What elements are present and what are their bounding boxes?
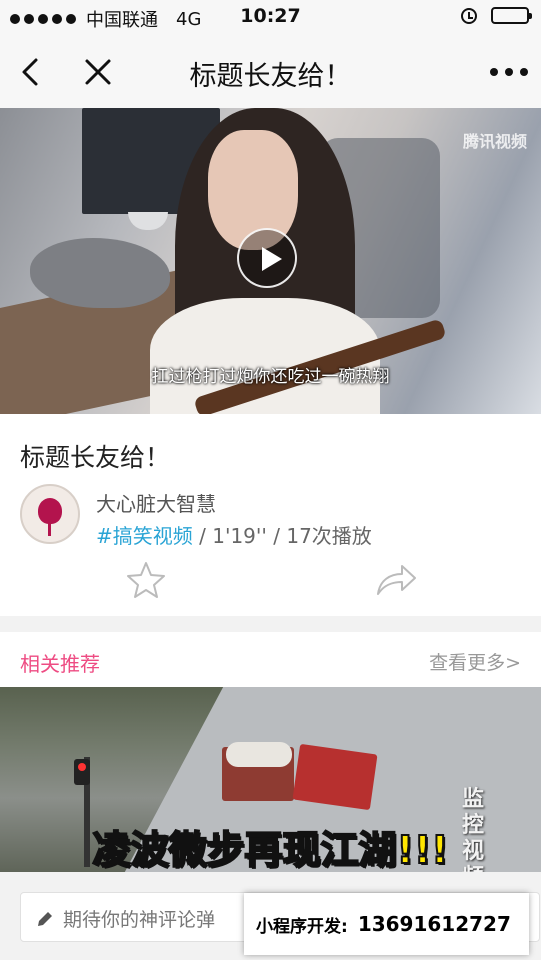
video-info: 标题长友给！ 大心脏大智慧 #搞笑视频 / 1'19'' / 17次播放 bbox=[0, 414, 541, 616]
status-time: 10:27 bbox=[240, 5, 301, 27]
page-title: 标题长友给！ bbox=[189, 61, 352, 92]
promo-label: 小程序开发: bbox=[256, 916, 348, 937]
video-frame-cat bbox=[30, 238, 170, 308]
related-title: 相关推荐 bbox=[20, 652, 100, 676]
video-meta: #搞笑视频 / 1'19'' / 17次播放 bbox=[96, 520, 372, 549]
promo-banner: 小程序开发: 13691612727 bbox=[244, 893, 529, 955]
see-more-link[interactable]: 查看更多> bbox=[429, 648, 521, 675]
duration-plays: / 1'19'' / 17次播放 bbox=[192, 524, 372, 548]
star-icon bbox=[127, 562, 165, 598]
video-title: 标题长友给！ bbox=[20, 443, 171, 472]
video-watermark: 腾讯视频 bbox=[462, 132, 527, 151]
author-name[interactable]: 大心脏大智慧 bbox=[96, 488, 216, 517]
nav-bar: 标题长友给！ bbox=[0, 36, 541, 108]
flower-icon bbox=[38, 498, 62, 524]
status-bar: 中国联通 4G 10:27 bbox=[0, 0, 541, 36]
video-subtitle: 扛过枪打过炮你还吃过一碗热翔 bbox=[151, 367, 390, 387]
related-video-thumbnail[interactable]: 监控视频 凌波微步再现江湖!!! bbox=[0, 687, 541, 872]
traffic-light-icon bbox=[74, 759, 90, 785]
more-button[interactable] bbox=[487, 50, 531, 94]
share-button[interactable] bbox=[374, 560, 418, 600]
promo-phone: 13691612727 bbox=[357, 912, 511, 936]
truck-image bbox=[292, 743, 378, 811]
share-icon bbox=[377, 565, 416, 595]
play-button[interactable] bbox=[237, 228, 297, 288]
alarm-icon bbox=[461, 7, 477, 24]
thumb-caption: 凌波微步再现江湖!!! bbox=[92, 827, 450, 872]
avatar[interactable] bbox=[20, 484, 80, 544]
video-player[interactable]: 腾讯视频 扛过枪打过炮你还吃过一碗热翔 bbox=[0, 108, 541, 414]
comment-placeholder: 期待你的神评论弹 bbox=[63, 909, 216, 931]
battery-icon bbox=[491, 7, 532, 24]
category-tag[interactable]: #搞笑视频 bbox=[96, 524, 193, 548]
favorite-button[interactable] bbox=[126, 560, 166, 600]
more-dots-icon bbox=[490, 68, 528, 76]
pencil-icon bbox=[38, 912, 52, 926]
related-header: 相关推荐 查看更多> bbox=[0, 632, 541, 687]
